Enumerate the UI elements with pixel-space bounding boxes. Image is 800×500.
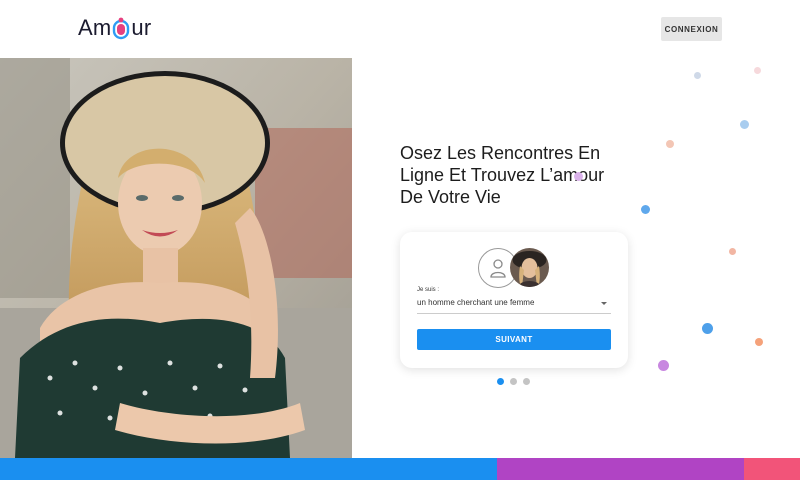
gender-field-label: Je suis :: [417, 287, 440, 293]
signup-card: Je suis : un homme cherchant une femme S…: [400, 232, 628, 368]
seeking-select-value: un homme cherchant une femme: [417, 298, 535, 307]
footer-bar-pink: [744, 458, 800, 480]
amour-logo[interactable]: Am ur: [78, 13, 151, 43]
headline-line-2: Ligne Et Trouvez L’amour: [400, 165, 605, 185]
footer-bar-blue: [0, 458, 497, 480]
woman-avatar-image: [510, 248, 549, 287]
headline-line-3: De Votre Vie: [400, 187, 501, 207]
hero-photo: [0, 58, 352, 458]
step-dot-1[interactable]: [497, 378, 504, 385]
step-indicator: [497, 378, 530, 385]
step-dot-3[interactable]: [523, 378, 530, 385]
seeking-select[interactable]: un homme cherchant une femme: [417, 297, 611, 314]
woman-in-hat-image: [0, 58, 352, 458]
hero-headline: Osez Les Rencontres En Ligne Et Trouvez …: [400, 142, 640, 208]
logo-heart-icon: [113, 17, 130, 40]
login-button[interactable]: CONNEXION: [661, 17, 722, 41]
step-dot-2[interactable]: [510, 378, 517, 385]
next-button[interactable]: SUIVANT: [417, 329, 611, 350]
headline-line-1: Osez Les Rencontres En: [400, 143, 601, 163]
logo-text-end: ur: [131, 15, 152, 40]
chevron-down-icon: [601, 302, 607, 305]
top-header: Am ur CONNEXION: [0, 0, 800, 58]
footer-bar-purple: [497, 458, 744, 480]
logo-text-start: Am: [78, 15, 112, 40]
